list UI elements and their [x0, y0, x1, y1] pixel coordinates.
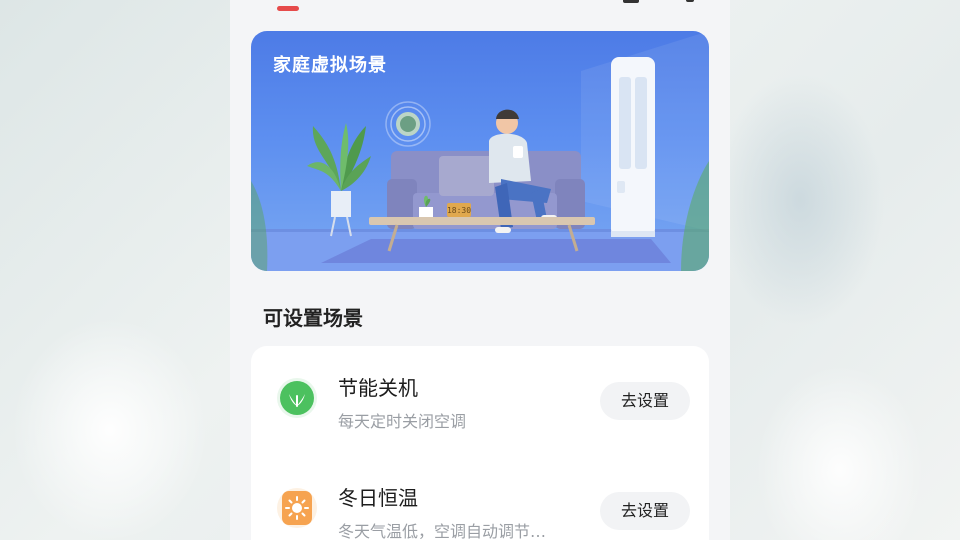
- leaf-icon: [277, 378, 317, 418]
- top-bar-icon-2[interactable]: [686, 0, 694, 2]
- scene-item-winter-constant-temp[interactable]: 冬日恒温 冬天气温低，空调自动调节… 去设置: [251, 474, 709, 540]
- scene-list: 节能关机 每天定时关闭空调 去设置 冬日恒温 冬天气温低，空调自动调节… 去设置: [251, 346, 709, 540]
- scene-name: 节能关机: [338, 376, 418, 400]
- smart-speaker: [385, 101, 431, 147]
- setup-button[interactable]: 去设置: [600, 492, 690, 530]
- air-conditioner: [611, 57, 655, 237]
- scene-name: 冬日恒温: [338, 486, 418, 510]
- scene-item-energy-saving-off[interactable]: 节能关机 每天定时关闭空调 去设置: [251, 364, 709, 454]
- setup-button[interactable]: 去设置: [600, 382, 690, 420]
- scene-description: 每天定时关闭空调: [338, 412, 467, 431]
- sun-icon: [277, 488, 317, 528]
- section-title: 可设置场景: [263, 306, 363, 330]
- app-screen: 18:30 家庭虚拟场景 可设置场景 节能关机 每天定时关闭空调 去设置 冬日恒…: [230, 0, 730, 540]
- left-plant: [307, 123, 371, 237]
- top-bar-icon[interactable]: [623, 0, 639, 3]
- hero-title: 家庭虚拟场景: [273, 55, 387, 76]
- tab-indicator: [277, 6, 299, 11]
- virtual-scene-card[interactable]: 18:30 家庭虚拟场景: [251, 31, 709, 271]
- scene-description: 冬天气温低，空调自动调节…: [338, 522, 547, 540]
- clock-display: 18:30: [447, 206, 471, 215]
